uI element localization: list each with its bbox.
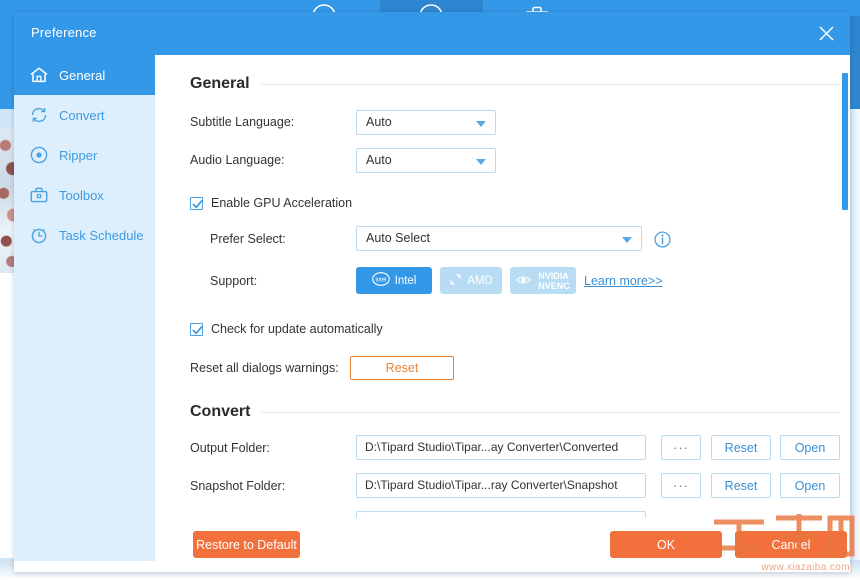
chevron-down-icon — [622, 237, 632, 243]
clock-icon — [27, 223, 51, 247]
sidebar-item-convert[interactable]: Convert — [14, 95, 155, 135]
ok-button[interactable]: OK — [610, 531, 722, 558]
check-update-checkbox-row[interactable]: Check for update automatically — [190, 322, 383, 336]
general-section-header: General — [190, 75, 846, 93]
check-update-label: Check for update automatically — [211, 322, 383, 336]
nvidia-logo-icon — [516, 274, 533, 288]
sidebar-item-toolbox[interactable]: Toolbox — [14, 175, 155, 215]
audio-language-select[interactable]: Auto — [356, 148, 496, 173]
audio-language-label: Audio Language: — [190, 153, 285, 167]
reset-dialogs-label: Reset all dialogs warnings: — [190, 361, 339, 375]
restore-to-default-button[interactable]: Restore to Default — [193, 531, 300, 558]
sidebar-item-ripper[interactable]: Ripper — [14, 135, 155, 175]
audio-language-value: Auto — [366, 153, 392, 167]
gpu-option-amd[interactable]: AMD — [440, 267, 502, 294]
snapshot-folder-open-button[interactable]: Open — [780, 473, 840, 498]
section-divider — [261, 83, 846, 85]
section-divider — [262, 411, 846, 413]
sidebar-item-label: Ripper — [59, 147, 98, 163]
snapshot-folder-input[interactable]: D:\Tipard Studio\Tipar...ray Converter\S… — [356, 473, 646, 498]
output-folder-path: D:\Tipard Studio\Tipar...ay Converter\Co… — [365, 440, 619, 454]
output-folder-browse-button[interactable]: ··· — [661, 435, 701, 460]
support-label: Support: — [210, 274, 258, 288]
close-icon — [819, 26, 834, 41]
reset-dialogs-button[interactable]: Reset — [350, 356, 454, 380]
sidebar-item-general[interactable]: General — [14, 55, 155, 95]
gpu-option-label: Intel — [394, 274, 417, 287]
check-icon — [192, 325, 203, 334]
info-icon[interactable] — [654, 231, 671, 248]
toolbox-icon — [27, 183, 51, 207]
chevron-down-icon — [476, 121, 486, 127]
content-scrollbar-thumb[interactable] — [842, 73, 848, 210]
snapshot-folder-reset-button[interactable]: Reset — [711, 473, 771, 498]
snapshot-folder-browse-button[interactable]: ··· — [661, 473, 701, 498]
screen: Preference General Convert Ripper Toolbo… — [0, 0, 860, 580]
preference-sidebar: General Convert Ripper Toolbox Task Sche… — [14, 55, 155, 561]
check-icon — [192, 199, 203, 208]
gpu-option-nvidia[interactable]: NVIDIA NVENC — [510, 267, 576, 294]
output-folder-open-button[interactable]: Open — [780, 435, 840, 460]
intel-logo-icon: intel — [371, 272, 390, 289]
output-folder-input[interactable]: D:\Tipard Studio\Tipar...ay Converter\Co… — [356, 435, 646, 460]
partial-folder-input[interactable] — [356, 511, 646, 518]
sidebar-item-task-schedule[interactable]: Task Schedule — [14, 215, 155, 255]
dialog-titlebar: Preference — [14, 12, 850, 55]
close-button[interactable] — [812, 19, 842, 49]
dialog-title: Preference — [31, 25, 97, 40]
enable-gpu-label: Enable GPU Acceleration — [211, 196, 353, 210]
home-icon — [27, 63, 51, 87]
enable-gpu-checkbox[interactable] — [190, 196, 203, 210]
background-right-accent — [850, 16, 860, 109]
prefer-select-label: Prefer Select: — [210, 232, 286, 246]
output-folder-label: Output Folder: — [190, 441, 270, 455]
general-section-title: General — [190, 75, 250, 92]
gpu-option-label: NVIDIA NVENC — [538, 270, 570, 291]
cancel-button[interactable]: Cancel — [735, 531, 847, 558]
dialog-footer: Restore to Default OK Cancel — [155, 518, 850, 572]
prefer-select-value: Auto Select — [366, 231, 430, 245]
subtitle-language-label: Subtitle Language: — [190, 115, 295, 129]
convert-section-header: Convert — [190, 403, 846, 421]
subtitle-language-select[interactable]: Auto — [356, 110, 496, 135]
disc-icon — [27, 143, 51, 167]
enable-gpu-checkbox-row[interactable]: Enable GPU Acceleration — [190, 196, 352, 210]
sidebar-item-label: General — [59, 67, 106, 83]
subtitle-language-value: Auto — [366, 115, 392, 129]
gpu-option-intel[interactable]: intel Intel — [356, 267, 432, 294]
refresh-icon — [27, 103, 51, 127]
sidebar-item-label: Convert — [59, 107, 105, 123]
preference-dialog: Preference General Convert Ripper Toolbo… — [14, 12, 850, 572]
amd-logo-icon — [449, 273, 462, 289]
svg-text:intel: intel — [375, 278, 386, 284]
sidebar-item-label: Toolbox — [59, 187, 104, 203]
chevron-down-icon — [476, 159, 486, 165]
preference-content: General Subtitle Language: Auto Audio La… — [155, 55, 850, 518]
prefer-select-dropdown[interactable]: Auto Select — [356, 226, 642, 251]
convert-section-title: Convert — [190, 403, 251, 420]
output-folder-reset-button[interactable]: Reset — [711, 435, 771, 460]
learn-more-link[interactable]: Learn more>> — [584, 274, 663, 288]
gpu-option-label: AMD — [467, 274, 493, 287]
check-update-checkbox[interactable] — [190, 322, 203, 336]
snapshot-folder-path: D:\Tipard Studio\Tipar...ray Converter\S… — [365, 478, 618, 492]
snapshot-folder-label: Snapshot Folder: — [190, 479, 286, 493]
sidebar-item-label: Task Schedule — [59, 227, 144, 243]
